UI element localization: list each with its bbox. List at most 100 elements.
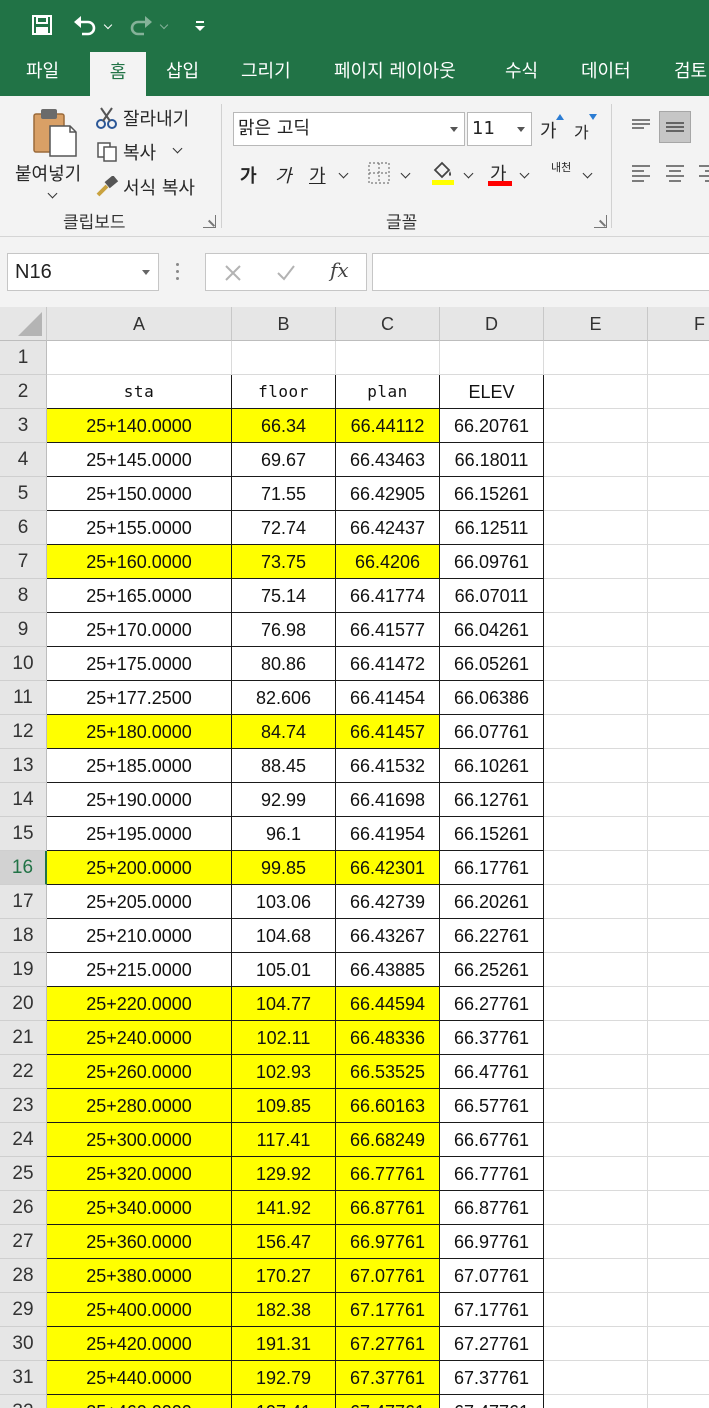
cell-e5[interactable] (544, 477, 648, 511)
row-header[interactable]: 26 (0, 1191, 47, 1225)
row-header[interactable]: 28 (0, 1259, 47, 1293)
copy-button[interactable]: 복사 (95, 138, 195, 166)
font-name-combo[interactable]: 맑은 고딕 (233, 112, 465, 146)
cell-f23[interactable] (648, 1089, 709, 1123)
cell-a12[interactable]: 25+180.0000 (47, 715, 232, 749)
row-header[interactable]: 17 (0, 885, 47, 919)
cell-d18[interactable]: 66.22761 (440, 919, 544, 953)
cell-f11[interactable] (648, 681, 709, 715)
cell-b13[interactable]: 88.45 (232, 749, 336, 783)
formula-bar-grip-icon[interactable] (176, 263, 180, 281)
cell-f4[interactable] (648, 443, 709, 477)
cell-b6[interactable]: 72.74 (232, 511, 336, 545)
bold-button[interactable]: 가 (240, 162, 257, 188)
cell-c7[interactable]: 66.4206 (336, 545, 440, 579)
cell-f3[interactable] (648, 409, 709, 443)
cell-b30[interactable]: 191.31 (232, 1327, 336, 1361)
cell-d31[interactable]: 67.37761 (440, 1361, 544, 1395)
cell-a19[interactable]: 25+215.0000 (47, 953, 232, 987)
save-button[interactable] (28, 9, 56, 41)
column-header-c[interactable]: C (336, 307, 440, 341)
decrease-font-size-button[interactable]: 가 (574, 114, 602, 144)
cell-e25[interactable] (544, 1157, 648, 1191)
cell-d10[interactable]: 66.05261 (440, 647, 544, 681)
column-header-f[interactable]: F (648, 307, 709, 341)
font-launcher-icon[interactable] (594, 215, 607, 228)
row-header[interactable]: 7 (0, 545, 47, 579)
font-size-combo[interactable]: 11 (467, 112, 532, 146)
cell-b1[interactable] (232, 341, 336, 375)
customize-qat-button[interactable] (191, 9, 209, 41)
cell-e8[interactable] (544, 579, 648, 613)
undo-dropdown[interactable] (101, 9, 115, 41)
cell-c5[interactable]: 66.42905 (336, 477, 440, 511)
cell-e31[interactable] (544, 1361, 648, 1395)
cell-d21[interactable]: 66.37761 (440, 1021, 544, 1055)
cell-d7[interactable]: 66.09761 (440, 545, 544, 579)
cell-f21[interactable] (648, 1021, 709, 1055)
cell-e6[interactable] (544, 511, 648, 545)
borders-button[interactable] (368, 162, 392, 186)
align-right-button[interactable] (697, 162, 709, 186)
column-header-b[interactable]: B (232, 307, 336, 341)
tab-data[interactable]: 데이터 (581, 50, 631, 96)
row-header[interactable]: 27 (0, 1225, 47, 1259)
cell-e4[interactable] (544, 443, 648, 477)
increase-font-size-button[interactable]: 가 (540, 114, 568, 144)
row-header[interactable]: 11 (0, 681, 47, 715)
cell-e7[interactable] (544, 545, 648, 579)
cell-c28[interactable]: 67.07761 (336, 1259, 440, 1293)
tab-home[interactable]: 홈 (90, 52, 146, 96)
cell-d22[interactable]: 66.47761 (440, 1055, 544, 1089)
row-header[interactable]: 19 (0, 953, 47, 987)
cell-a3[interactable]: 25+140.0000 (47, 409, 232, 443)
cell-f16[interactable] (648, 851, 709, 885)
cell-b3[interactable]: 66.34 (232, 409, 336, 443)
cell-e12[interactable] (544, 715, 648, 749)
cell-e15[interactable] (544, 817, 648, 851)
cell-f18[interactable] (648, 919, 709, 953)
cell-c6[interactable]: 66.42437 (336, 511, 440, 545)
cell-f29[interactable] (648, 1293, 709, 1327)
cut-button[interactable]: 잘라내기 (95, 104, 205, 132)
underline-dropdown-chevron-icon[interactable] (338, 168, 349, 179)
fill-color-dropdown-chevron-icon[interactable] (463, 168, 474, 179)
cell-e3[interactable] (544, 409, 648, 443)
cell-d14[interactable]: 66.12761 (440, 783, 544, 817)
cell-c11[interactable]: 66.41454 (336, 681, 440, 715)
cell-e24[interactable] (544, 1123, 648, 1157)
cell-c21[interactable]: 66.48336 (336, 1021, 440, 1055)
cell-f13[interactable] (648, 749, 709, 783)
column-header-d[interactable]: D (440, 307, 544, 341)
cell-f5[interactable] (648, 477, 709, 511)
cell-b12[interactable]: 84.74 (232, 715, 336, 749)
cell-f9[interactable] (648, 613, 709, 647)
cell-b8[interactable]: 75.14 (232, 579, 336, 613)
row-header[interactable]: 13 (0, 749, 47, 783)
tab-insert[interactable]: 삽입 (166, 50, 199, 96)
cell-c26[interactable]: 66.87761 (336, 1191, 440, 1225)
cell-d20[interactable]: 66.27761 (440, 987, 544, 1021)
cell-e23[interactable] (544, 1089, 648, 1123)
insert-function-button[interactable]: fx (330, 258, 349, 282)
cell-f17[interactable] (648, 885, 709, 919)
cell-c18[interactable]: 66.43267 (336, 919, 440, 953)
cell-c1[interactable] (336, 341, 440, 375)
row-header[interactable]: 2 (0, 375, 47, 409)
row-header[interactable]: 30 (0, 1327, 47, 1361)
cell-f7[interactable] (648, 545, 709, 579)
row-header[interactable]: 29 (0, 1293, 47, 1327)
cell-a11[interactable]: 25+177.2500 (47, 681, 232, 715)
column-header-a[interactable]: A (47, 307, 232, 341)
cell-c15[interactable]: 66.41954 (336, 817, 440, 851)
cell-a8[interactable]: 25+165.0000 (47, 579, 232, 613)
cell-c16[interactable]: 66.42301 (336, 851, 440, 885)
cell-c14[interactable]: 66.41698 (336, 783, 440, 817)
cell-d15[interactable]: 66.15261 (440, 817, 544, 851)
cell-a7[interactable]: 25+160.0000 (47, 545, 232, 579)
column-header-e[interactable]: E (544, 307, 648, 341)
cell-c23[interactable]: 66.60163 (336, 1089, 440, 1123)
cell-c13[interactable]: 66.41532 (336, 749, 440, 783)
row-header[interactable]: 14 (0, 783, 47, 817)
cell-f2[interactable] (648, 375, 709, 409)
